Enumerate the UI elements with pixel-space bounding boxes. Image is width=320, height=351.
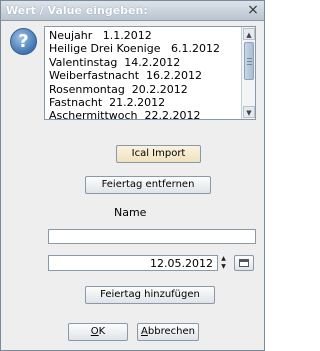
scroll-thumb[interactable] xyxy=(244,42,254,80)
list-item[interactable]: Aschermittwoch 22.2.2012 xyxy=(49,109,239,119)
list-item[interactable]: Fastnacht 21.2.2012 xyxy=(49,96,239,109)
scroll-down-icon[interactable]: ▼ xyxy=(243,106,255,118)
ok-button[interactable]: OK xyxy=(68,323,128,341)
list-item[interactable]: Neujahr 1.1.2012 xyxy=(49,29,239,42)
window-title: Wert / Value eingeben: xyxy=(6,4,148,17)
scroll-up-icon[interactable]: ▲ xyxy=(243,28,255,40)
spin-up-icon[interactable]: ▲ xyxy=(218,255,229,263)
holiday-list[interactable]: Neujahr 1.1.2012 Heilige Drei Koenige 6.1… xyxy=(44,26,256,120)
name-input[interactable] xyxy=(48,229,256,244)
cancel-button[interactable]: Abbrechen xyxy=(137,323,199,341)
ok-accelerator: O xyxy=(90,326,99,337)
name-label: Name xyxy=(114,206,147,219)
date-value: 12.05.2012 xyxy=(150,257,213,270)
thumb-grip-line xyxy=(247,61,252,62)
thumb-grip-line xyxy=(247,64,252,65)
date-spinner[interactable]: ▲ ▼ xyxy=(218,255,229,271)
add-holiday-button[interactable]: Feiertag hinzufügen xyxy=(85,286,215,304)
dialog-window: Wert / Value eingeben: × ? Neujahr 1.1.2… xyxy=(0,0,265,351)
ical-import-button[interactable]: Ical Import xyxy=(116,145,201,163)
calendar-icon xyxy=(239,259,249,267)
title-bar[interactable]: Wert / Value eingeben: × xyxy=(1,1,264,21)
list-item[interactable]: Heilige Drei Koenige 6.1.2012 xyxy=(49,42,239,55)
close-icon[interactable]: × xyxy=(244,2,262,19)
cancel-label-rest: bbrechen xyxy=(147,326,195,337)
remove-holiday-button[interactable]: Feiertag entfernen xyxy=(85,176,211,194)
date-input[interactable]: 12.05.2012 xyxy=(48,255,218,271)
holiday-list-scrollbar[interactable]: ▲ ▼ xyxy=(241,27,255,119)
list-item[interactable]: Rosenmontag 20.2.2012 xyxy=(49,83,239,96)
calendar-button[interactable] xyxy=(234,255,254,271)
cancel-accelerator: A xyxy=(141,326,148,337)
thumb-grip-line xyxy=(247,58,252,59)
holiday-list-items: Neujahr 1.1.2012 Heilige Drei Koenige 6.1… xyxy=(49,29,239,119)
ok-label-rest: K xyxy=(98,326,106,337)
question-icon: ? xyxy=(10,28,37,55)
spin-down-icon[interactable]: ▼ xyxy=(218,263,229,271)
list-item[interactable]: Weiberfastnacht 16.2.2012 xyxy=(49,69,239,82)
list-item[interactable]: Valentinstag 14.2.2012 xyxy=(49,56,239,69)
